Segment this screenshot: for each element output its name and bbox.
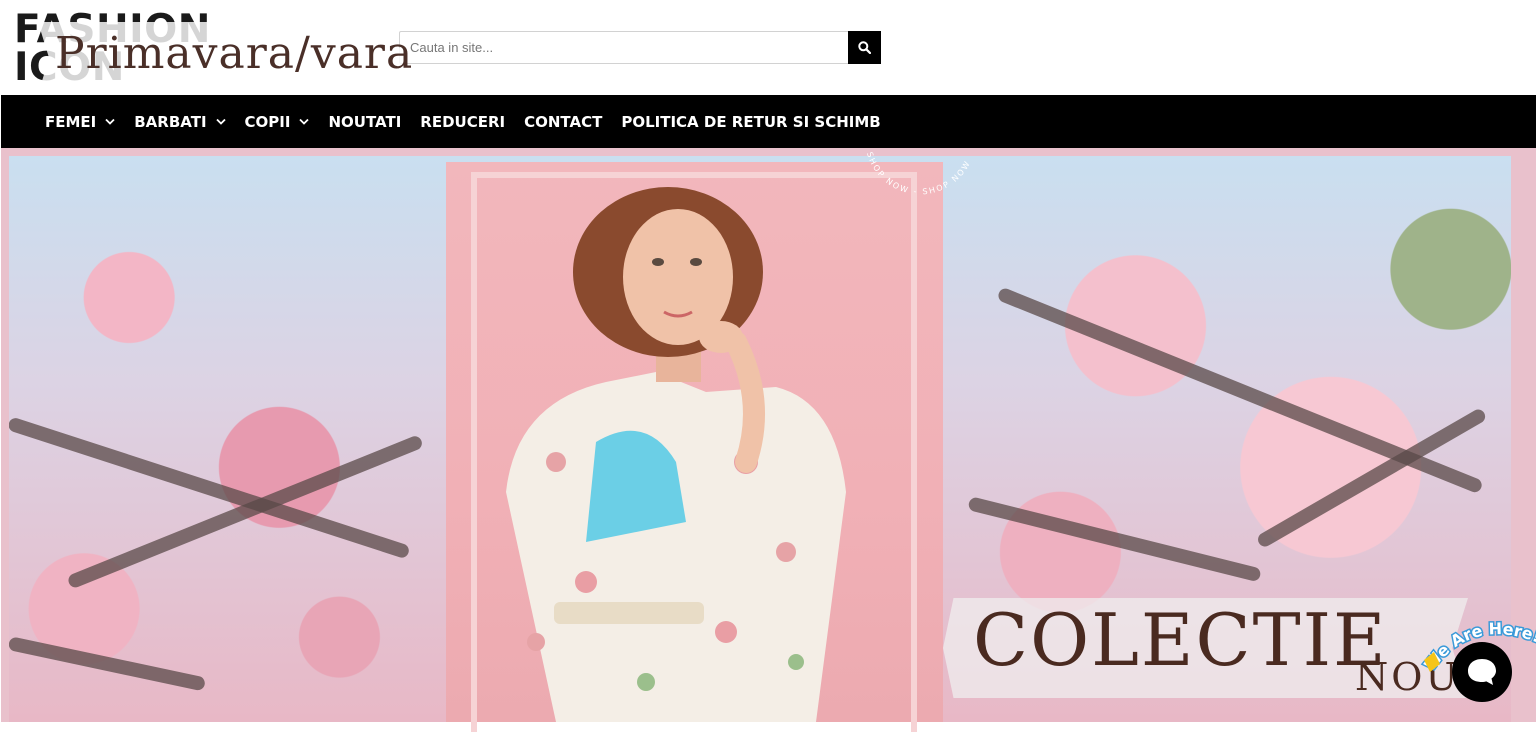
nav-item-reduceri[interactable]: REDUCERI bbox=[420, 113, 505, 131]
shop-now-text: SHOP NOW - SHOP NOW - SH bbox=[858, 141, 972, 196]
nav-items: FEMEI BARBATI COPII NOUTATI REDUCERI CONTACT P… bbox=[45, 95, 900, 148]
chat-button[interactable] bbox=[1452, 642, 1512, 702]
model-figure bbox=[506, 187, 846, 722]
nav-item-noutati[interactable]: NOUTATI bbox=[328, 113, 401, 131]
nav-item-copii[interactable]: COPII bbox=[245, 113, 310, 131]
shop-now-stamp[interactable]: SHOP NOW - SHOP NOW - SH bbox=[858, 141, 982, 228]
nav-item-politica-de-retur-si-schimb[interactable]: POLITICA DE RETUR SI SCHIMB bbox=[621, 113, 880, 131]
search-form bbox=[399, 31, 881, 64]
nav-item-label: FEMEI bbox=[45, 112, 97, 131]
model-panel bbox=[446, 162, 943, 732]
search-button[interactable] bbox=[848, 31, 881, 64]
nav-item-label: COPII bbox=[244, 112, 291, 131]
nav-item-label: BARBATI bbox=[134, 112, 207, 131]
chevron-down-icon bbox=[215, 118, 226, 125]
shop-now-ring-icon: SHOP NOW - SHOP NOW - SH bbox=[858, 141, 974, 196]
nav-item-label: REDUCERI bbox=[420, 112, 506, 131]
collection-title: COLECTIE bbox=[973, 598, 1388, 682]
nav-item-label: NOUTATI bbox=[328, 112, 402, 131]
nav-item-barbati[interactable]: BARBATI bbox=[134, 112, 226, 131]
nav-item-label: POLITICA DE RETUR SI SCHIMB bbox=[621, 112, 881, 131]
nav-item-contact[interactable]: CONTACT bbox=[524, 113, 602, 131]
svg-text:SHOP NOW - SHOP NOW - SH: SHOP NOW - SHOP NOW - SH bbox=[862, 148, 974, 196]
season-title: Primavara/vara bbox=[55, 28, 414, 79]
chevron-down-icon bbox=[299, 118, 310, 125]
nav-item-label: CONTACT bbox=[524, 112, 603, 131]
chevron-down-icon bbox=[105, 118, 115, 125]
search-input[interactable] bbox=[399, 31, 848, 64]
search-icon bbox=[858, 41, 871, 54]
main-nav: FEMEI BARBATI COPII NOUTATI REDUCERI CONTACT P… bbox=[1, 95, 1536, 148]
chat-bubble-icon bbox=[1468, 659, 1496, 685]
nav-item-femei[interactable]: FEMEI bbox=[45, 113, 115, 131]
